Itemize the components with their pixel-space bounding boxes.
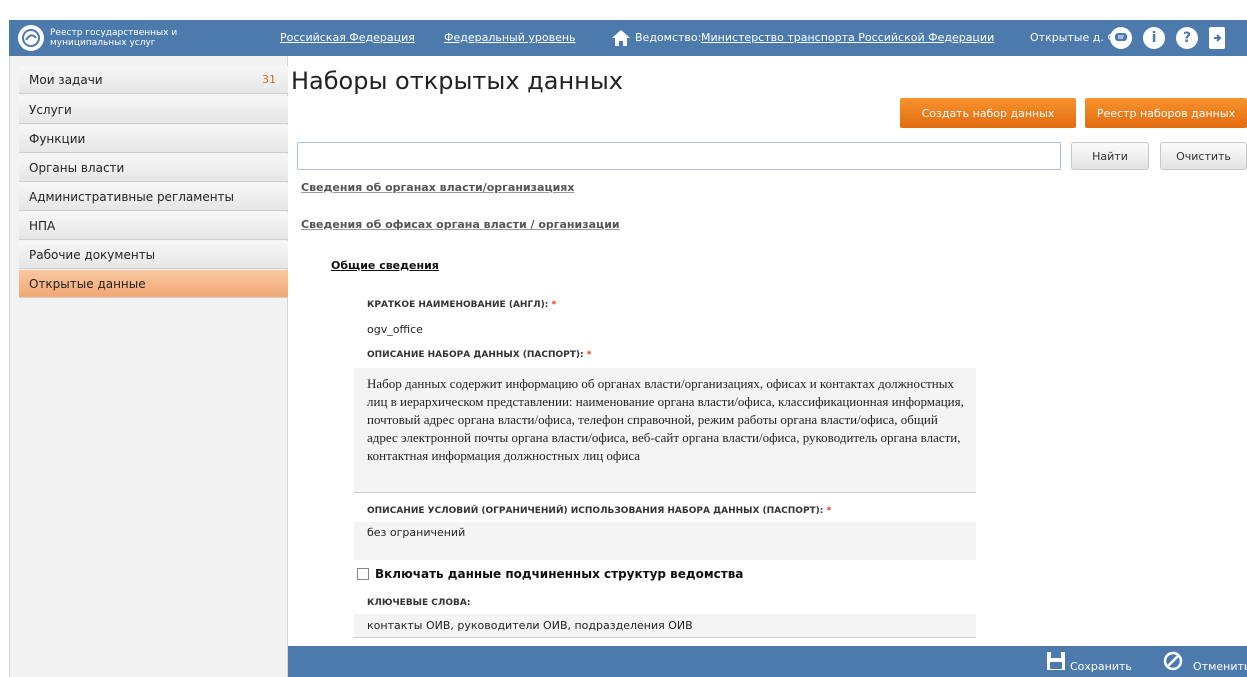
- general-info-heading[interactable]: Общие сведения: [331, 259, 439, 272]
- nav-level-link[interactable]: Федеральный уровень: [444, 31, 576, 44]
- conditions-label: ОПИСАНИЕ УСЛОВИЙ (ОГРАНИЧЕНИЙ) ИСПОЛЬЗОВ…: [367, 506, 832, 516]
- sidebar-item-label: Услуги: [29, 102, 72, 117]
- create-dataset-button[interactable]: Создать набор данных: [900, 98, 1076, 128]
- save-button[interactable]: Сохранить: [1070, 660, 1132, 673]
- sidebar-item-regulations[interactable]: Административные регламенты: [19, 183, 288, 211]
- include-sub-row[interactable]: Включать данные подчиненных структур вед…: [357, 567, 743, 581]
- required-mark: *: [586, 350, 592, 360]
- cancel-button[interactable]: Отменить: [1193, 660, 1247, 673]
- top-nav: Российская Федерация Федеральный уровень…: [273, 20, 1247, 56]
- sidebar-item-my-tasks[interactable]: Мои задачи 31: [19, 66, 288, 94]
- logo[interactable]: Реестр государственных и муниципальных у…: [9, 20, 273, 56]
- vedomstvo-link[interactable]: Министерство транспорта Российской Федер…: [701, 31, 994, 44]
- clear-button[interactable]: Очистить: [1160, 142, 1247, 170]
- vedomstvo-label: Ведомство:: [635, 31, 702, 44]
- save-icon[interactable]: [1046, 651, 1066, 676]
- sidebar-item-label: НПА: [29, 218, 56, 233]
- include-sub-checkbox[interactable]: [357, 568, 369, 580]
- sidebar: Мои задачи 31 Услуги Функции Органы влас…: [9, 56, 288, 677]
- description-label: ОПИСАНИЕ НАБОРА ДАННЫХ (ПАСПОРТ): *: [367, 350, 592, 360]
- sidebar-item-work-docs[interactable]: Рабочие документы: [19, 241, 288, 269]
- sidebar-item-label: Рабочие документы: [29, 247, 156, 262]
- sidebar-item-authorities[interactable]: Органы власти: [19, 154, 288, 182]
- sidebar-item-label: Мои задачи: [29, 72, 103, 87]
- main-content: Наборы открытых данных Создать набор дан…: [288, 56, 1247, 646]
- sidebar-item-label: Административные регламенты: [29, 189, 235, 204]
- sidebar-item-label: Функции: [29, 131, 86, 146]
- required-mark: *: [826, 506, 832, 516]
- find-button[interactable]: Найти: [1071, 142, 1149, 170]
- section-offices-link[interactable]: Сведения об офисах органа власти / орган…: [301, 218, 620, 231]
- sidebar-item-open-data[interactable]: Открытые данные: [19, 270, 288, 298]
- description-value[interactable]: Набор данных содержит информацию об орга…: [354, 368, 976, 493]
- cancel-icon[interactable]: [1163, 651, 1183, 676]
- footer-bar: Сохранить Отменить: [288, 646, 1247, 677]
- sidebar-item-label: Открытые данные: [29, 276, 146, 291]
- chat-icon[interactable]: [1110, 27, 1132, 49]
- sidebar-item-npa[interactable]: НПА: [19, 212, 288, 240]
- home-icon[interactable]: [610, 27, 632, 49]
- short-name-label: КРАТКОЕ НАИМЕНОВАНИЕ (АНГЛ): *: [367, 300, 557, 310]
- sidebar-item-services[interactable]: Услуги: [19, 96, 288, 124]
- tasks-count-badge: 31: [262, 73, 276, 86]
- info-icon[interactable]: i: [1143, 27, 1165, 49]
- top-bar: Реестр государственных и муниципальных у…: [0, 0, 1247, 60]
- search-input[interactable]: [297, 142, 1061, 170]
- sidebar-item-label: Органы власти: [29, 160, 125, 175]
- section-orgs-link[interactable]: Сведения об органах власти/организациях: [301, 181, 574, 194]
- include-sub-label: Включать данные подчиненных структур вед…: [375, 567, 744, 581]
- help-icon[interactable]: ?: [1176, 27, 1198, 49]
- logo-icon: [18, 25, 44, 51]
- keywords-value[interactable]: контакты ОИВ, руководители ОИВ, подразде…: [354, 614, 976, 638]
- nav-region-link[interactable]: Российская Федерация: [280, 31, 415, 44]
- conditions-value[interactable]: без ограничений: [354, 522, 976, 560]
- exit-icon[interactable]: [1209, 27, 1225, 49]
- short-name-value[interactable]: ogv_office: [354, 320, 976, 340]
- sidebar-item-functions[interactable]: Функции: [19, 125, 288, 153]
- page-title: Наборы открытых данных: [291, 67, 623, 95]
- logo-text: Реестр государственных и муниципальных у…: [50, 28, 178, 48]
- required-mark: *: [551, 300, 557, 310]
- keywords-label: КЛЮЧЕВЫЕ СЛОВА:: [367, 598, 471, 608]
- dataset-registry-button[interactable]: Реестр наборов данных: [1085, 98, 1247, 128]
- user-name[interactable]: Открытые д. Ф.: [1030, 31, 1120, 44]
